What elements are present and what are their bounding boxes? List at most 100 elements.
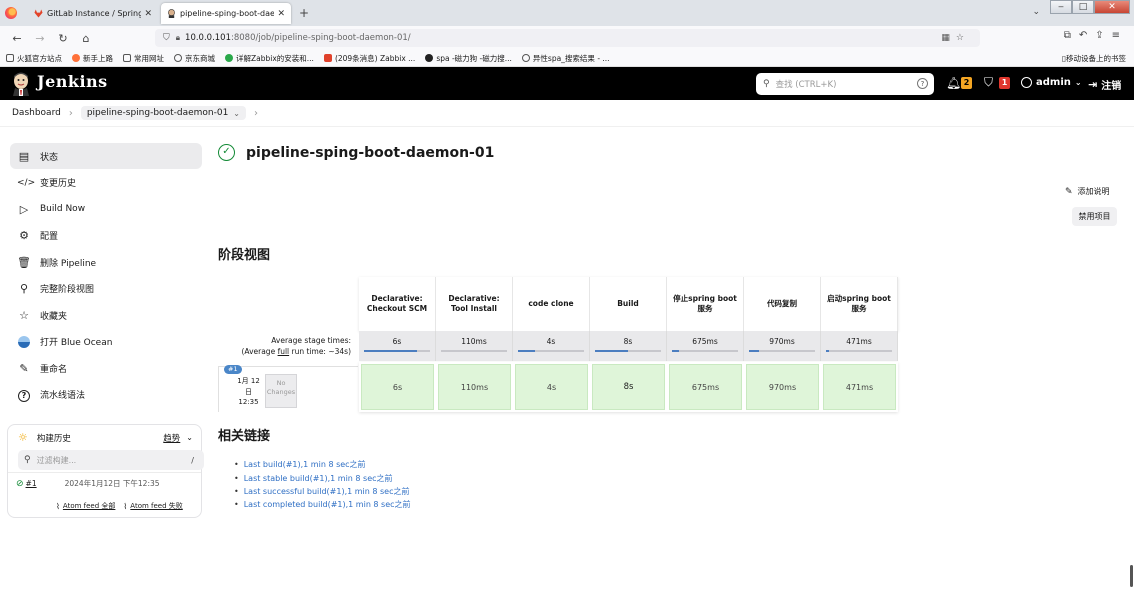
- build-row-header[interactable]: #1 1月 12 日 12:35 No Changes: [218, 365, 358, 412]
- build-row[interactable]: ⊘ #1 2024年1月12日 下午12:35: [16, 478, 198, 489]
- mobile-bookmarks[interactable]: ▯移动设备上的书签: [1062, 53, 1126, 64]
- feed-all-link[interactable]: ⌇ Atom feed 全部: [56, 501, 115, 511]
- user-name: admin: [1036, 77, 1071, 88]
- back-icon[interactable]: ←: [11, 32, 23, 45]
- browser-tab-bar: GitLab Instance / Spring Boo ✕ pipeline-…: [0, 0, 1134, 26]
- bookmark-item[interactable]: 新手上路: [72, 53, 113, 64]
- sidebar-item-label: 删除 Pipeline: [40, 258, 97, 269]
- filter-placeholder: 过滤构建...: [36, 455, 77, 465]
- logout-link[interactable]: ⇥ 注销: [1088, 77, 1121, 92]
- bookmark-item[interactable]: 火狐官方站点: [6, 53, 62, 64]
- build-number-link[interactable]: #1: [26, 479, 37, 488]
- sidebar-item-favorite[interactable]: ☆ 收藏夹: [10, 302, 202, 328]
- sidebar-item-blue-ocean[interactable]: 打开 Blue Ocean: [10, 329, 202, 355]
- stage-header: 停止spring boot服务: [667, 277, 744, 331]
- bookmark-star-icon[interactable]: ☆: [956, 33, 970, 43]
- stage-result-cell[interactable]: 471ms: [821, 362, 898, 412]
- bookmark-item[interactable]: (209条消息) Zabbix ...: [323, 53, 415, 64]
- stage-result-cell[interactable]: 4s: [513, 362, 590, 412]
- sidebar-item-status[interactable]: ▤ 状态: [10, 143, 202, 169]
- user-menu[interactable]: admin ⌄: [1021, 77, 1082, 88]
- bell-icon[interactable]: 🔔︎: [946, 76, 961, 90]
- bookmark-item[interactable]: 常用网址: [123, 53, 164, 64]
- globe-icon: [521, 54, 530, 62]
- avg-time-cell: 471ms: [821, 331, 898, 361]
- chevron-down-icon[interactable]: ⌄: [186, 433, 193, 442]
- tracking-shield-icon[interactable]: ⛉: [163, 33, 170, 43]
- home-icon[interactable]: ⌂: [80, 32, 92, 45]
- related-links-heading: 相关链接: [218, 429, 271, 444]
- avg-time-bar: [826, 350, 892, 352]
- scrollbar-thumb[interactable]: [1130, 565, 1133, 587]
- list-tabs-icon[interactable]: ⌄: [1032, 7, 1040, 17]
- new-tab-button[interactable]: +: [299, 6, 309, 20]
- sidebar-item-full-stage-view[interactable]: ⚲ 完整阶段视图: [10, 276, 202, 302]
- jenkins-title[interactable]: Jenkins: [37, 72, 108, 91]
- sidebar-item-pipeline-syntax[interactable]: ? 流水线语法: [10, 382, 202, 408]
- close-tab-icon[interactable]: ✕: [277, 9, 285, 19]
- related-link[interactable]: Last stable build(#1),1 min 8 sec之前: [234, 471, 411, 484]
- security-badge[interactable]: 1: [999, 77, 1010, 89]
- chevron-down-icon[interactable]: ⌄: [233, 109, 240, 118]
- reload-icon[interactable]: ↻: [57, 32, 69, 45]
- minimize-button[interactable]: ‒: [1050, 0, 1072, 14]
- bookmark-item[interactable]: spa -磁力狗 -磁力搜...: [425, 53, 512, 64]
- trend-link[interactable]: 趋势: [163, 432, 180, 444]
- sidebar-item-changes[interactable]: </> 变更历史: [10, 170, 202, 196]
- qr-code-icon[interactable]: ▦: [941, 33, 956, 43]
- browser-tab-jenkins[interactable]: pipeline-sping-boot-daemo ✕: [161, 3, 291, 24]
- avg-time-bar: [518, 350, 584, 352]
- jenkins-logo-icon[interactable]: [11, 72, 31, 96]
- stage-result-cell[interactable]: 675ms: [667, 362, 744, 412]
- search-input[interactable]: ⚲ 查找 (CTRL+K) ?: [756, 73, 934, 95]
- stage-result-cell[interactable]: 970ms: [744, 362, 821, 412]
- close-tab-icon[interactable]: ✕: [144, 9, 152, 19]
- stage-result-cell[interactable]: 6s: [359, 362, 436, 412]
- logout-label: 注销: [1101, 81, 1122, 92]
- shield-icon[interactable]: ⛉: [984, 75, 993, 90]
- search-placeholder: 查找 (CTRL+K): [775, 80, 837, 90]
- menu-icon[interactable]: ≡: [1112, 30, 1128, 41]
- window-close-button[interactable]: ✕: [1094, 0, 1130, 14]
- chevron-right-icon: ›: [254, 107, 258, 119]
- build-filter-input[interactable]: ⚲ 过滤构建... /: [18, 450, 204, 470]
- notification-badge[interactable]: 2: [961, 77, 972, 89]
- disable-project-button[interactable]: 禁用项目: [1072, 207, 1117, 226]
- feed-failed-link[interactable]: ⌇ Atom feed 失败: [123, 501, 182, 511]
- extensions-icon[interactable]: ⧉: [1064, 30, 1079, 41]
- sidebar-item-rename[interactable]: ✎ 重命名: [10, 355, 202, 381]
- undo-icon[interactable]: ↶: [1079, 30, 1095, 41]
- sidebar-item-delete[interactable]: 🗑︎ 删除 Pipeline: [10, 249, 202, 275]
- bookmark-item[interactable]: 详解Zabbix的安装和...: [225, 53, 314, 64]
- build-badge[interactable]: #1: [224, 365, 242, 374]
- sidebar-item-label: 完整阶段视图: [40, 285, 95, 295]
- address-bar[interactable]: ⛉ 🔒︎ 10.0.0.101:8080/job/pipeline-sping-…: [155, 29, 980, 47]
- maximize-button[interactable]: □: [1072, 0, 1094, 14]
- stage-header: Build: [590, 277, 667, 331]
- share-icon[interactable]: ⇪: [1095, 30, 1111, 41]
- related-link[interactable]: Last successful build(#1),1 min 8 sec之前: [234, 485, 411, 498]
- sidebar-item-configure[interactable]: ⚙ 配置: [10, 223, 202, 249]
- avg-time-bar: [595, 350, 661, 352]
- browser-tab-gitlab[interactable]: GitLab Instance / Spring Boo ✕: [28, 3, 158, 24]
- sidebar-item-build-now[interactable]: ▷ Build Now: [10, 196, 202, 222]
- bookmark-item[interactable]: 京东商城: [174, 53, 215, 64]
- full-run-link[interactable]: full: [278, 347, 290, 356]
- add-description-link[interactable]: ✎ 添加说明: [1065, 186, 1110, 197]
- breadcrumb-dashboard[interactable]: Dashboard: [12, 108, 61, 118]
- jenkins-header: Jenkins ⚲ 查找 (CTRL+K) ? 🔔︎ 2 ⛉ 1 admin ⌄…: [0, 67, 1134, 100]
- tab-title: pipeline-sping-boot-daemo: [180, 9, 275, 18]
- breadcrumb-job[interactable]: pipeline-sping-boot-daemon-01 ⌄: [80, 106, 246, 120]
- stage-result-cell[interactable]: 110ms: [436, 362, 513, 412]
- lock-icon[interactable]: 🔒︎: [176, 33, 180, 43]
- forward-icon[interactable]: →: [34, 32, 46, 45]
- bookmark-item[interactable]: 异性spa_搜索结果 - ...: [521, 53, 610, 64]
- help-icon[interactable]: ?: [917, 78, 928, 89]
- related-link[interactable]: Last build(#1),1 min 8 sec之前: [234, 458, 411, 471]
- stage-result-cell[interactable]: 8s: [590, 362, 667, 412]
- firefox-icon[interactable]: [5, 7, 17, 19]
- related-link[interactable]: Last completed build(#1),1 min 8 sec之前: [234, 498, 411, 511]
- gitlab-icon: [34, 9, 43, 18]
- build-date[interactable]: 2024年1月12日 下午12:35: [65, 478, 160, 489]
- search-icon: ⚲: [19, 282, 29, 295]
